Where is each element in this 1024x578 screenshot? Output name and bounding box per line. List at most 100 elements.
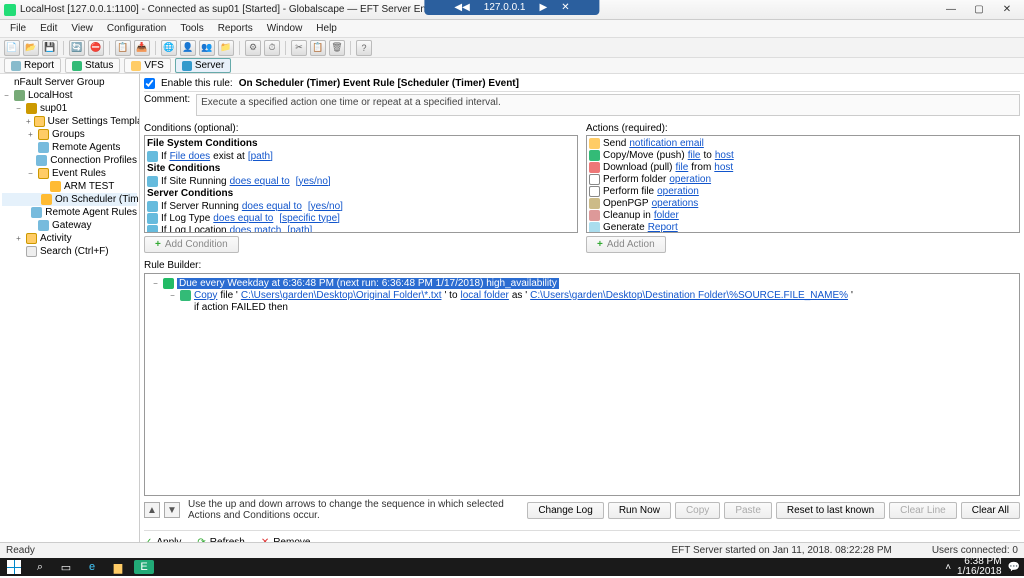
builder-copy-row[interactable]: − Copy file 'C:\Users\garden\Desktop\Ori… [151, 289, 1013, 301]
add-action-button[interactable]: +Add Action [586, 236, 666, 253]
system-tray[interactable]: ˄ 6:38 PM 1/16/2018 💬 [945, 557, 1020, 578]
start-button[interactable] [4, 560, 24, 574]
view-vfs[interactable]: VFS [124, 58, 170, 73]
run-now-button[interactable]: Run Now [608, 502, 671, 519]
menu-file[interactable]: File [4, 21, 32, 36]
copy-button[interactable]: Copy [675, 502, 720, 519]
paste-button[interactable]: Paste [724, 502, 772, 519]
menu-configuration[interactable]: Configuration [101, 21, 172, 36]
workspace: nFault Server Group −LocalHost −sup01 +U… [0, 74, 1024, 552]
action-copy-move[interactable]: Copy/Move (push) file to host [589, 149, 1017, 161]
tree-user-settings[interactable]: +User Settings Templates [2, 115, 137, 128]
tb-folder-icon[interactable]: 📁 [218, 40, 234, 56]
maximize-button[interactable]: ▢ [966, 3, 992, 17]
tb-rule-icon[interactable]: ⚙ [245, 40, 261, 56]
tree-host[interactable]: −LocalHost [2, 89, 137, 102]
action-perform-folder[interactable]: Perform folder operation [589, 173, 1017, 185]
tree-rule-armtest[interactable]: ARM TEST [2, 180, 137, 193]
tb-search-icon[interactable]: ⌕ [30, 560, 50, 574]
close-button[interactable]: ✕ [994, 3, 1020, 17]
cond-file-exists[interactable]: If File does exist at [path] [147, 150, 575, 162]
rule-builder-box[interactable]: − Due every Weekday at 6:36:48 PM (next … [144, 273, 1020, 496]
minimize-button[interactable]: — [938, 3, 964, 17]
rule-header: Enable this rule: On Scheduler (Timer) E… [144, 76, 1020, 92]
tb-paste2-icon[interactable]: 📋 [310, 40, 326, 56]
conditions-list[interactable]: File System Conditions If File does exis… [144, 135, 578, 233]
tb-user-icon[interactable]: 👤 [180, 40, 196, 56]
tree-event-rules[interactable]: −Event Rules [2, 167, 137, 180]
cond-heading-filesystem: File System Conditions [147, 137, 575, 150]
change-log-button[interactable]: Change Log [527, 502, 604, 519]
action-download[interactable]: Download (pull) file from host [589, 161, 1017, 173]
tb-ie-icon[interactable]: e [82, 560, 102, 574]
tree-groups[interactable]: +Groups [2, 128, 137, 141]
cond-heading-site: Site Conditions [147, 162, 575, 175]
builder-ifaction-row[interactable]: if action FAILED then [151, 301, 1013, 313]
app-icon [4, 4, 16, 16]
tree-activity[interactable]: +Activity [2, 232, 137, 245]
comment-input[interactable] [196, 94, 1020, 116]
tb-new-icon[interactable]: 📄 [4, 40, 20, 56]
cond-server-running[interactable]: If Server Running does equal to [yes/no] [147, 200, 575, 212]
view-report[interactable]: Report [4, 58, 61, 73]
action-send-email[interactable]: Send notification email [589, 137, 1017, 149]
actions-list[interactable]: Send notification email Copy/Move (push)… [586, 135, 1020, 233]
clear-all-button[interactable]: Clear All [961, 502, 1020, 519]
tree-gateway[interactable]: Gateway [2, 219, 137, 232]
tb-cut-icon[interactable]: ✂ [291, 40, 307, 56]
menu-window[interactable]: Window [261, 21, 309, 36]
tb-stop-icon[interactable]: ⛔ [88, 40, 104, 56]
tab-close-icon[interactable]: ✕ [561, 2, 569, 13]
tb-save-icon[interactable]: 💾 [42, 40, 58, 56]
move-down-button[interactable]: ▼ [164, 502, 180, 518]
action-generate-report[interactable]: Generate Report [589, 221, 1017, 233]
tree-root[interactable]: nFault Server Group [2, 76, 137, 89]
menu-help[interactable]: Help [310, 21, 343, 36]
tb-del-icon[interactable]: 🗑 [329, 40, 345, 56]
view-server[interactable]: Server [175, 58, 231, 73]
tab-prev-icon[interactable]: ◀◀ [454, 2, 469, 13]
tb-timer-icon[interactable]: ⏱ [264, 40, 280, 56]
view-status[interactable]: Status [65, 58, 120, 73]
actions-label: Actions (required): [586, 122, 1020, 135]
tree-remote-agent-rules[interactable]: Remote Agent Rules [2, 206, 137, 219]
status-server: EFT Server started on Jan 11, 2018. 08:2… [672, 545, 892, 556]
tray-up-icon[interactable]: ˄ [945, 562, 951, 573]
updown-help-text: Use the up and down arrows to change the… [184, 499, 523, 521]
reset-button[interactable]: Reset to last known [776, 502, 885, 519]
status-bar: Ready EFT Server started on Jan 11, 2018… [0, 542, 1024, 558]
tb-explorer-icon[interactable]: ▆ [108, 560, 128, 574]
move-up-button[interactable]: ▲ [144, 502, 160, 518]
tray-notification-icon[interactable]: 💬 [1008, 562, 1020, 573]
menu-reports[interactable]: Reports [212, 21, 259, 36]
cond-site-running[interactable]: If Site Running does equal to [yes/no] [147, 175, 575, 187]
tb-group-icon[interactable]: 👥 [199, 40, 215, 56]
menu-tools[interactable]: Tools [174, 21, 209, 36]
builder-trigger-row[interactable]: − Due every Weekday at 6:36:48 PM (next … [151, 277, 1013, 289]
tb-eft-icon[interactable]: E [134, 560, 154, 574]
action-openpgp[interactable]: OpenPGP operations [589, 197, 1017, 209]
tree-remote-agents[interactable]: Remote Agents [2, 141, 137, 154]
server-tab-top[interactable]: ◀◀ 127.0.0.1 ▶ ✕ [424, 0, 599, 15]
cond-log-type[interactable]: If Log Type does equal to [specific type… [147, 212, 575, 224]
action-perform-file[interactable]: Perform file operation [589, 185, 1017, 197]
tb-help-icon[interactable]: ? [356, 40, 372, 56]
enable-rule-checkbox[interactable] [144, 78, 155, 89]
tb-refresh-icon[interactable]: 🔄 [69, 40, 85, 56]
tree-site[interactable]: −sup01 [2, 102, 137, 115]
cond-log-location[interactable]: If Log Location does match [path] [147, 224, 575, 233]
action-cleanup[interactable]: Cleanup in folder [589, 209, 1017, 221]
tab-next-icon[interactable]: ▶ [540, 2, 548, 13]
tb-open-icon[interactable]: 📂 [23, 40, 39, 56]
tb-copy-icon[interactable]: 📋 [115, 40, 131, 56]
tb-paste-icon[interactable]: 📥 [134, 40, 150, 56]
add-condition-button[interactable]: +Add Condition [144, 236, 239, 253]
tree-rule-scheduler[interactable]: On Scheduler (Timer) Event Rule [2, 193, 137, 206]
tb-site-icon[interactable]: 🌐 [161, 40, 177, 56]
tree-connection-profiles[interactable]: Connection Profiles [2, 154, 137, 167]
tree-search[interactable]: Search (Ctrl+F) [2, 245, 137, 258]
clear-line-button[interactable]: Clear Line [889, 502, 957, 519]
menu-edit[interactable]: Edit [34, 21, 63, 36]
tb-taskview-icon[interactable]: ▭ [56, 560, 76, 574]
menu-view[interactable]: View [65, 21, 99, 36]
